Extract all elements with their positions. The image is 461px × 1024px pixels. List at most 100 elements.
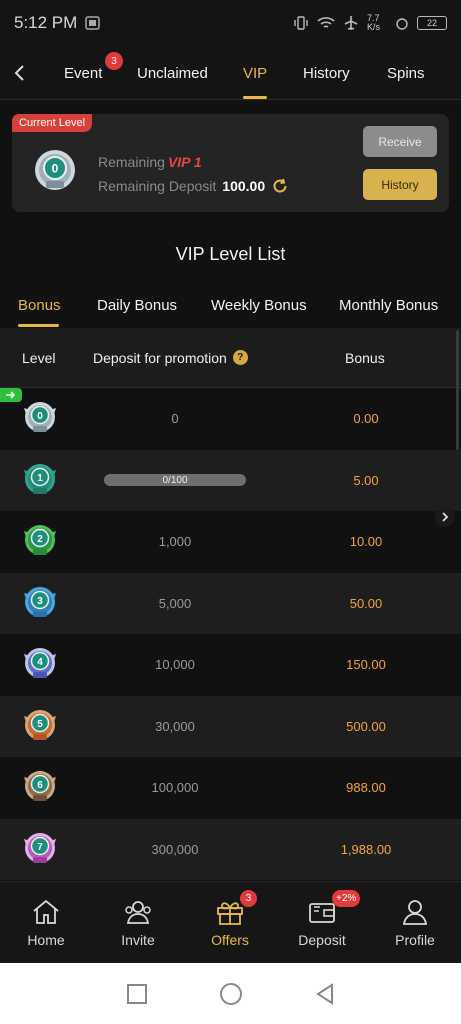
tab-event[interactable]: Event [64, 46, 102, 100]
deposit-value: 1,000 [158, 534, 192, 550]
bonus-value: 50.00 [349, 595, 383, 611]
medal-level-number: 4 [37, 657, 43, 668]
deposit-value: 30,000 [155, 718, 195, 734]
scrollbar[interactable] [456, 330, 459, 450]
vip-medal-icon: 5 [24, 709, 56, 740]
bonus-tab-active-indicator [18, 324, 59, 327]
alarm-icon [396, 18, 408, 30]
wifi-icon [317, 17, 335, 28]
current-level-number: 0 [52, 162, 59, 176]
home-circle-icon[interactable] [219, 982, 243, 1006]
vip-medal-icon: 6 [24, 771, 56, 801]
table-row: 6 100,000 988.00 [0, 757, 461, 819]
nav-home[interactable]: Home [6, 882, 86, 964]
bonus-tabs: Bonus Daily Bonus Weekly Bonus Monthly B… [0, 287, 461, 327]
table-row: 1 0/100 5.00 [0, 449, 461, 511]
expand-arrow-button[interactable] [435, 507, 455, 527]
help-icon[interactable]: ? [232, 350, 248, 365]
current-level-pointer-icon [0, 388, 22, 402]
deposit-value: 10,000 [155, 657, 195, 673]
chevron-left-icon [14, 64, 24, 81]
offers-badge: 3 [240, 890, 257, 907]
bonus-value: 500.00 [346, 718, 386, 734]
airplane-icon [344, 16, 358, 30]
refresh-icon[interactable] [271, 177, 289, 195]
current-level-tag: Current Level [12, 114, 93, 132]
network-speed: 7.7 K/s [367, 13, 381, 32]
tab-label: VIP [243, 64, 268, 82]
table-row: 5 30,000 500.00 [0, 695, 461, 757]
back-button[interactable] [0, 46, 40, 100]
medal-level-number: 5 [37, 719, 43, 730]
table-row: 3 5,000 50.00 [0, 572, 461, 634]
nav-label: Profile [395, 932, 435, 948]
history-button[interactable]: History [363, 169, 437, 200]
nav-label: Deposit [298, 932, 346, 948]
header-bonus: Bonus [345, 349, 385, 366]
table-row: 2 1,000 10.00 [0, 507, 461, 573]
vip-medal-icon: 7 [24, 832, 56, 863]
medal-level-number: 0 [37, 411, 43, 422]
tab-history[interactable]: History [303, 46, 350, 100]
nav-profile[interactable]: Profile [375, 882, 455, 964]
tab-vip[interactable]: VIP [243, 46, 267, 100]
tab-active-indicator [243, 96, 267, 99]
remaining-label: Remaining [98, 154, 165, 170]
table-body: 0 0 0.00 1 0/100 5.00 2 1,000 10.00 3 5,… [0, 388, 461, 880]
tab-spins[interactable]: Spins [387, 46, 425, 100]
deposit-value: 100,000 [151, 780, 199, 796]
bonus-value: 988.00 [346, 780, 386, 796]
medal-level-number: 1 [37, 473, 43, 484]
tab-label: History [303, 64, 350, 82]
header-deposit: Deposit for promotion ? [93, 350, 248, 366]
nav-offers[interactable]: Offers [190, 882, 270, 964]
bonus-value: 5.00 [353, 472, 379, 488]
vip-level-table: Level Deposit for promotion ? Bonus 0 0 … [0, 328, 461, 880]
back-triangle-icon[interactable] [314, 982, 336, 1005]
table-header: Level Deposit for promotion ? Bonus [0, 328, 461, 388]
medal-level-number: 2 [37, 534, 43, 545]
progress-text: 0/100 [162, 474, 188, 486]
remaining-vip-line: Remaining VIP 1 [98, 154, 202, 170]
table-row: 4 10,000 150.00 [0, 634, 461, 696]
remaining-vip: VIP 1 [167, 154, 202, 170]
deposit-value: 300,000 [151, 841, 199, 857]
bonus-value: 1,988.00 [340, 841, 392, 857]
deposit-value: 0 [171, 411, 179, 427]
receive-button[interactable]: Receive [363, 126, 437, 157]
deposit-progress-bar: 0/100 [104, 474, 246, 487]
invite-icon [125, 901, 151, 924]
notification-icon [85, 16, 101, 30]
event-badge: 3 [105, 52, 123, 70]
vip-medal-icon: 0 [35, 150, 75, 190]
bonus-value: 10.00 [349, 534, 383, 550]
status-time: 5:12 PM [14, 13, 78, 32]
nav-label: Offers [211, 932, 249, 948]
deposit-value: 5,000 [158, 595, 192, 611]
recent-apps-icon[interactable] [126, 983, 148, 1005]
battery-icon: 22 [417, 16, 447, 30]
table-row: 0 0 0.00 [0, 388, 461, 450]
medal-level-number: 3 [37, 596, 43, 607]
bonus-value: 150.00 [346, 657, 386, 673]
medal-level-number: 6 [37, 780, 43, 791]
remaining-deposit-label: Remaining Deposit [98, 178, 217, 194]
chevron-right-icon [442, 512, 449, 522]
header-deposit-label: Deposit for promotion [93, 349, 227, 366]
tab-unclaimed[interactable]: Unclaimed [137, 46, 208, 100]
tab-label: Spins [387, 64, 425, 82]
vibrate-icon [294, 16, 308, 30]
battery-level: 22 [426, 18, 437, 28]
vip-medal-icon: 1 [24, 463, 56, 494]
nav-invite[interactable]: Invite [98, 882, 178, 964]
medal-level-number: 7 [37, 842, 43, 853]
deposit-badge: +2% [332, 890, 361, 907]
vip-medal-icon: 3 [24, 586, 56, 617]
status-bar: 5:12 PM 7.7 K/s 22 [0, 0, 461, 46]
remaining-deposit-amount: 100.00 [222, 178, 266, 194]
tab-label: Event [64, 64, 103, 82]
profile-icon [402, 900, 428, 925]
vip-medal-icon: 0 [24, 402, 56, 432]
nav-label: Invite [121, 932, 155, 948]
system-nav-bar [0, 963, 461, 1024]
